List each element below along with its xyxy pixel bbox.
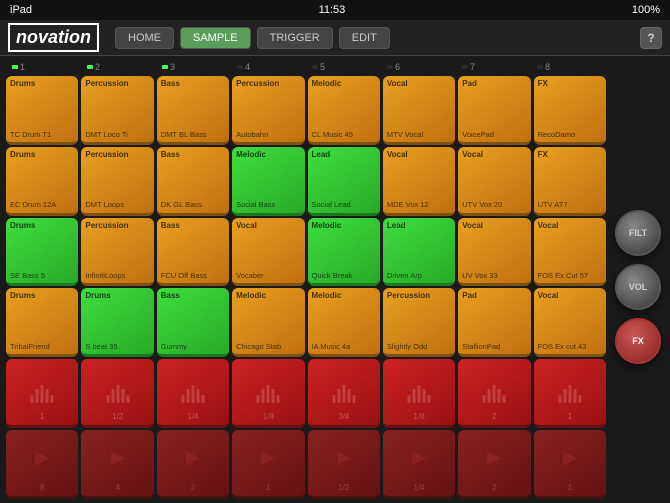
rhythm-row: 1 1/2 1/4 [6,359,606,428]
rhythm-pad-4[interactable]: 1/8 [232,359,304,428]
pad-1-6[interactable]: Vocal MTV Vocal [383,76,455,145]
pad-row-1: Drums TC Drum T1 Percussion DMT Loco Ti … [6,76,606,145]
rhythm-pad-7[interactable]: 2 [458,359,530,428]
pad-1-1[interactable]: Drums TC Drum T1 [6,76,78,145]
rhythm-pad-8[interactable]: 1 [534,359,606,428]
logo: novation [8,23,99,52]
pad-4-5[interactable]: Melodic IA Music 4a [308,288,380,357]
track-1-num: 1 [8,60,81,74]
bottom-pad-7[interactable]: 2 [458,430,530,499]
track-7-num: 7 [458,60,531,74]
pad-4-6[interactable]: Percussion Slightly Odd [383,288,455,357]
pad-3-3[interactable]: Bass FCU Off Bass [157,218,229,287]
pad-4-8[interactable]: Vocal FOS Ex cut 43 [534,288,606,357]
track-6-num: 6 [383,60,456,74]
pad-1-4[interactable]: Percussion Autobahn [232,76,304,145]
rhythm-pad-6[interactable]: 1/8 [383,359,455,428]
bottom-pad-3[interactable]: 2 [157,430,229,499]
pad-3-2[interactable]: Percussion InfinitiLoops [81,218,153,287]
edit-button[interactable]: EDIT [339,27,390,49]
sample-button[interactable]: SAMPLE [180,27,251,49]
pad-row-2: Drums EC Drum 12A Percussion DMT Loops B… [6,147,606,216]
pad-2-2[interactable]: Percussion DMT Loops [81,147,153,216]
help-button[interactable]: ? [640,27,662,49]
track-3-num: 3 [158,60,231,74]
pad-area: 1 2 3 4 5 6 7 8 [6,60,606,499]
pad-2-4[interactable]: Melodic Social Bass [232,147,304,216]
pad-3-1[interactable]: Drums SE Bass 5 [6,218,78,287]
track-2-num: 2 [83,60,156,74]
pad-4-1[interactable]: Drums TribalFriend [6,288,78,357]
bottom-pad-1[interactable]: 8 [6,430,78,499]
pad-4-4[interactable]: Melodic Chicago Stab [232,288,304,357]
top-nav: novation HOME SAMPLE TRIGGER EDIT ? [0,20,670,56]
rhythm-pad-5[interactable]: 3/4 [308,359,380,428]
pad-1-3[interactable]: Bass DMT BL Bass [157,76,229,145]
rhythm-pad-3[interactable]: 1/4 [157,359,229,428]
pad-3-6[interactable]: Lead Driven Arp [383,218,455,287]
pad-3-4[interactable]: Vocal Vocaber [232,218,304,287]
right-controls: FILT VOL FX [612,60,664,499]
time-text: 11:53 [319,4,346,16]
status-bar: iPad 11:53 100% [0,0,670,20]
pad-2-5[interactable]: Lead Social Lead [308,147,380,216]
fx-knob[interactable]: FX [615,318,661,364]
bottom-pad-5[interactable]: 1/2 [308,430,380,499]
pad-4-2[interactable]: Drums S beat 35 [81,288,153,357]
carrier-text: iPad [10,4,32,16]
pad-2-6[interactable]: Vocal MDE Vox 12 [383,147,455,216]
pad-1-7[interactable]: Pad VoicePad [458,76,530,145]
vol-knob[interactable]: VOL [615,264,661,310]
trigger-button[interactable]: TRIGGER [257,27,333,49]
bottom-row: 8 4 2 1 [6,430,606,499]
track-4-num: 4 [233,60,306,74]
pad-row-3: Drums SE Bass 5 Percussion InfinitiLoops… [6,218,606,287]
pad-1-8[interactable]: FX RecoDamo [534,76,606,145]
pad-1-5[interactable]: Melodic CL Music 45 [308,76,380,145]
filt-knob[interactable]: FILT [615,210,661,256]
bottom-pad-6[interactable]: 1/4 [383,430,455,499]
pad-row-4: Drums TribalFriend Drums S beat 35 Bass … [6,288,606,357]
home-button[interactable]: HOME [115,27,174,49]
pad-2-3[interactable]: Bass DK GL Bass [157,147,229,216]
pad-3-5[interactable]: Melodic Quick Break [308,218,380,287]
track-8-num: 8 [533,60,606,74]
pad-2-8[interactable]: FX UTV AT7 [534,147,606,216]
bottom-pad-8[interactable]: 1 [534,430,606,499]
pad-3-8[interactable]: Vocal FOS Ex Cut 57 [534,218,606,287]
track-5-num: 5 [308,60,381,74]
rhythm-pad-2[interactable]: 1/2 [81,359,153,428]
pad-1-2[interactable]: Percussion DMT Loco Ti [81,76,153,145]
rhythm-pad-1[interactable]: 1 [6,359,78,428]
pad-2-1[interactable]: Drums EC Drum 12A [6,147,78,216]
pad-2-7[interactable]: Vocal UTV Vox 20 [458,147,530,216]
battery-text: 100% [632,4,660,16]
bottom-pad-4[interactable]: 1 [232,430,304,499]
bottom-pad-2[interactable]: 4 [81,430,153,499]
pad-4-7[interactable]: Pad StallionPad [458,288,530,357]
main-content: 1 2 3 4 5 6 7 8 [0,56,670,503]
pad-3-7[interactable]: Vocal UV Vox 33 [458,218,530,287]
pad-4-3[interactable]: Bass Gummy [157,288,229,357]
track-numbers: 1 2 3 4 5 6 7 8 [6,60,606,74]
